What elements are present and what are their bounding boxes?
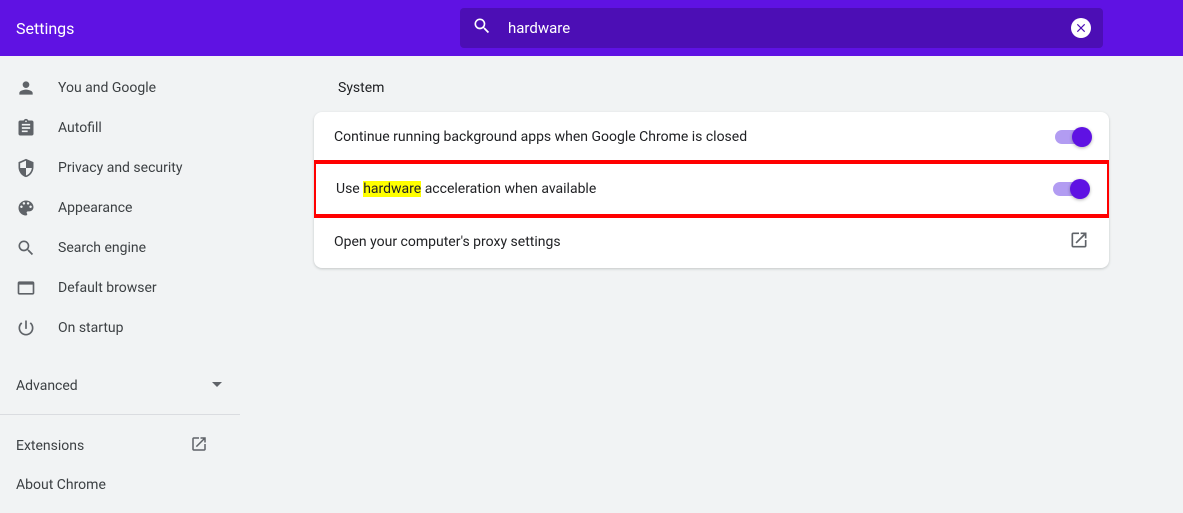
setting-label: Continue running background apps when Go… [334,129,1055,145]
sidebar: You and Google Autofill Privacy and secu… [0,56,240,513]
sidebar-item-label: On startup [58,320,124,336]
open-in-new-icon [1069,230,1089,254]
sidebar-extensions-label: Extensions [16,438,84,454]
person-icon [16,78,36,98]
sidebar-about-chrome[interactable]: About Chrome [0,467,240,503]
sidebar-item-default-browser[interactable]: Default browser [0,268,240,308]
chevron-down-icon [212,378,222,394]
search-icon [472,16,492,40]
sidebar-extensions[interactable]: Extensions [0,425,224,467]
setting-label: Open your computer's proxy settings [334,234,1069,250]
sidebar-item-label: You and Google [58,80,156,96]
search-box[interactable] [460,8,1103,48]
sidebar-item-privacy[interactable]: Privacy and security [0,148,240,188]
setting-label: Use hardware acceleration when available [336,181,1053,197]
sidebar-item-appearance[interactable]: Appearance [0,188,240,228]
sidebar-item-label: Appearance [58,200,132,216]
search-icon [16,238,36,258]
page-title: Settings [16,19,74,38]
clear-search-button[interactable] [1071,18,1091,38]
sidebar-item-you-and-google[interactable]: You and Google [0,68,240,108]
section-title: System [338,80,1109,96]
search-input[interactable] [508,19,1071,37]
setting-row-proxy[interactable]: Open your computer's proxy settings [314,216,1109,268]
divider [0,414,240,415]
sidebar-item-label: Search engine [58,240,146,256]
sidebar-item-label: Privacy and security [58,160,182,176]
sidebar-item-autofill[interactable]: Autofill [0,108,240,148]
setting-row-background-apps[interactable]: Continue running background apps when Go… [314,112,1109,162]
power-icon [16,318,36,338]
search-highlight: hardware [363,181,421,197]
sidebar-advanced-label: Advanced [16,378,78,394]
sidebar-item-on-startup[interactable]: On startup [0,308,240,348]
sidebar-item-search-engine[interactable]: Search engine [0,228,240,268]
open-in-new-icon [190,435,208,457]
settings-card: Continue running background apps when Go… [314,112,1109,268]
assignment-icon [16,118,36,138]
setting-row-hardware-acceleration[interactable]: Use hardware acceleration when available [316,164,1107,214]
toggle-switch[interactable] [1055,130,1089,144]
sidebar-item-label: Autofill [58,120,102,136]
shield-icon [16,158,36,178]
toggle-switch[interactable] [1053,182,1087,196]
sidebar-advanced-toggle[interactable]: Advanced [0,364,240,408]
sidebar-about-label: About Chrome [16,477,106,493]
palette-icon [16,198,36,218]
sidebar-item-label: Default browser [58,280,157,296]
main-content: System Continue running background apps … [240,56,1183,513]
browser-icon [16,278,36,298]
